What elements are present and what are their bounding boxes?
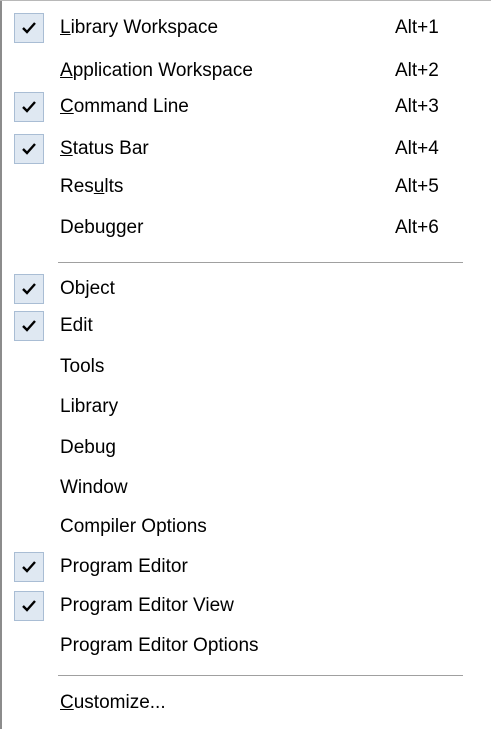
menu-item-shortcut: Alt+6	[395, 217, 439, 238]
checkmark-icon	[14, 552, 44, 582]
menu-item-label: Tools	[60, 356, 105, 377]
menu-separator	[2, 675, 491, 677]
menu-item-application-workspace[interactable]: Application Workspace Alt+2	[2, 52, 491, 90]
menu-item-label: Debugger	[60, 217, 144, 238]
checkmark-icon	[14, 134, 44, 164]
menu-item-label: Command Line	[60, 96, 189, 117]
menu-item-debugger[interactable]: Debugger Alt+6	[2, 209, 491, 247]
checkmark-icon	[14, 274, 44, 304]
menu-item-compiler-options[interactable]: Compiler Options	[2, 508, 491, 546]
checkmark-icon	[14, 311, 44, 341]
menu-item-library-workspace[interactable]: Library Workspace Alt+1	[2, 9, 491, 47]
checkmark-icon	[14, 13, 44, 43]
menu-item-label: Results	[60, 176, 124, 197]
menu-item-library[interactable]: Library	[2, 388, 491, 426]
menu-item-object[interactable]: Object	[2, 270, 491, 308]
menu-item-label: Program Editor	[60, 556, 188, 577]
menu-item-program-editor[interactable]: Program Editor	[2, 548, 491, 586]
menu-item-shortcut: Alt+5	[395, 176, 439, 197]
menu-item-label: Debug	[60, 437, 116, 458]
menu-item-label: Status Bar	[60, 138, 149, 159]
menu-item-label: Compiler Options	[60, 516, 207, 537]
menu-item-status-bar[interactable]: Status Bar Alt+4	[2, 130, 491, 168]
menu-item-customize[interactable]: Customize...	[2, 684, 491, 722]
menu-top-border	[0, 0, 491, 1]
menu-item-label: Program Editor View	[60, 595, 234, 616]
menu-item-label: Library Workspace	[60, 17, 219, 38]
checkmark-icon	[14, 92, 44, 122]
menu-item-label: Object	[60, 278, 115, 299]
menu-item-label: Application Workspace	[60, 60, 253, 81]
menu-item-label: Window	[60, 477, 128, 498]
menu-item-debug[interactable]: Debug	[2, 429, 491, 467]
menu-item-results[interactable]: Results Alt+5	[2, 168, 491, 206]
menu-item-shortcut: Alt+3	[395, 96, 439, 117]
menu-item-edit[interactable]: Edit	[2, 307, 491, 345]
menu-item-program-editor-view[interactable]: Program Editor View	[2, 587, 491, 625]
menu-item-tools[interactable]: Tools	[2, 348, 491, 386]
menu-item-label: Customize...	[60, 692, 166, 713]
menu-item-label: Program Editor Options	[60, 635, 259, 656]
checkmark-icon	[14, 591, 44, 621]
menu-item-program-editor-options[interactable]: Program Editor Options	[2, 627, 491, 665]
menu-item-shortcut: Alt+1	[395, 17, 439, 38]
menu-item-shortcut: Alt+4	[395, 138, 439, 159]
menu-item-window[interactable]: Window	[2, 469, 491, 507]
menu-item-command-line[interactable]: Command Line Alt+3	[2, 88, 491, 126]
menu-item-label: Edit	[60, 315, 93, 336]
menu-item-shortcut: Alt+2	[395, 60, 439, 81]
view-menu: Library Workspace Alt+1 Application Work…	[0, 0, 491, 729]
menu-item-label: Library	[60, 396, 119, 417]
menu-separator	[2, 262, 491, 264]
